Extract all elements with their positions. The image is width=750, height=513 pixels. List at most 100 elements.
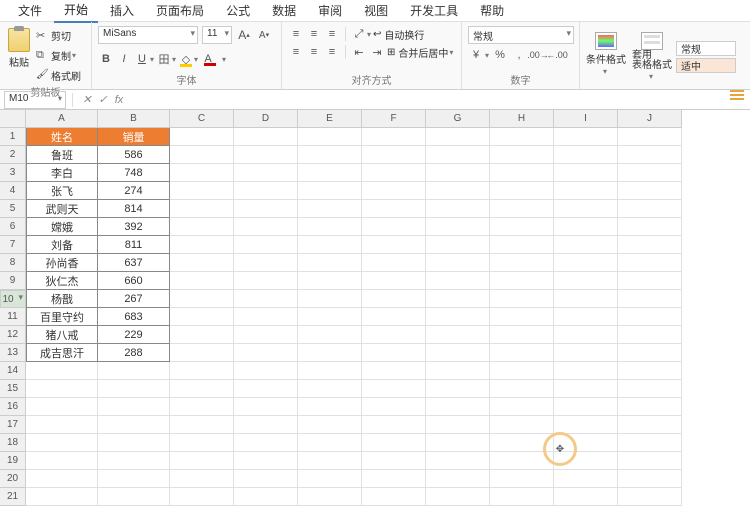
- merge-center-button[interactable]: ⊞合并后居中▾: [387, 45, 453, 60]
- cell-C1[interactable]: [170, 128, 234, 146]
- cell-D4[interactable]: [234, 182, 298, 200]
- align-center-button[interactable]: ≡: [306, 44, 322, 60]
- cell-C19[interactable]: [170, 452, 234, 470]
- cell-D16[interactable]: [234, 398, 298, 416]
- cell-E18[interactable]: [298, 434, 362, 452]
- cell-F3[interactable]: [362, 164, 426, 182]
- number-format-select[interactable]: 常规: [468, 26, 574, 44]
- percent-button[interactable]: %: [492, 47, 508, 63]
- cell-I18[interactable]: [554, 434, 618, 452]
- cell-A8[interactable]: 孙尚香: [26, 254, 98, 272]
- cell-J3[interactable]: [618, 164, 682, 182]
- cell-C21[interactable]: [170, 488, 234, 506]
- cell-H14[interactable]: [490, 362, 554, 380]
- col-header-B[interactable]: B: [98, 110, 170, 128]
- cell-J15[interactable]: [618, 380, 682, 398]
- cell-B20[interactable]: [98, 470, 170, 488]
- cell-C17[interactable]: [170, 416, 234, 434]
- align-top-button[interactable]: ≡: [288, 26, 304, 42]
- cell-G16[interactable]: [426, 398, 490, 416]
- cell-F12[interactable]: [362, 326, 426, 344]
- comma-button[interactable]: ,: [511, 47, 527, 63]
- cell-G17[interactable]: [426, 416, 490, 434]
- cell-E9[interactable]: [298, 272, 362, 290]
- cell-E16[interactable]: [298, 398, 362, 416]
- row-header-14[interactable]: 14: [0, 362, 26, 380]
- cell-E8[interactable]: [298, 254, 362, 272]
- cell-style-normal[interactable]: 常规: [676, 41, 736, 56]
- cell-A2[interactable]: 鲁班: [26, 146, 98, 164]
- menu-data[interactable]: 数据: [262, 0, 306, 22]
- cell-D14[interactable]: [234, 362, 298, 380]
- cell-F21[interactable]: [362, 488, 426, 506]
- cell-J8[interactable]: [618, 254, 682, 272]
- cell-J19[interactable]: [618, 452, 682, 470]
- cell-E13[interactable]: [298, 344, 362, 362]
- cell-J9[interactable]: [618, 272, 682, 290]
- cell-B15[interactable]: [98, 380, 170, 398]
- cell-D1[interactable]: [234, 128, 298, 146]
- cell-I9[interactable]: [554, 272, 618, 290]
- cell-D8[interactable]: [234, 254, 298, 272]
- cell-C13[interactable]: [170, 344, 234, 362]
- cell-G9[interactable]: [426, 272, 490, 290]
- cell-E21[interactable]: [298, 488, 362, 506]
- cell-style-mid[interactable]: 适中: [676, 58, 736, 73]
- cell-B5[interactable]: 814: [98, 200, 170, 218]
- cell-C14[interactable]: [170, 362, 234, 380]
- decrease-font-button[interactable]: A▾: [256, 27, 272, 43]
- cell-D6[interactable]: [234, 218, 298, 236]
- bold-button[interactable]: B: [98, 51, 114, 67]
- cell-F4[interactable]: [362, 182, 426, 200]
- cell-I16[interactable]: [554, 398, 618, 416]
- cell-E5[interactable]: [298, 200, 362, 218]
- cell-D17[interactable]: [234, 416, 298, 434]
- row-header-19[interactable]: 19: [0, 452, 26, 470]
- row-header-3[interactable]: 3: [0, 164, 26, 182]
- cell-F9[interactable]: [362, 272, 426, 290]
- cell-G6[interactable]: [426, 218, 490, 236]
- orientation-button[interactable]: ⤢: [351, 26, 367, 42]
- cell-H19[interactable]: [490, 452, 554, 470]
- cell-F10[interactable]: [362, 290, 426, 308]
- cell-F15[interactable]: [362, 380, 426, 398]
- col-header-C[interactable]: C: [170, 110, 234, 128]
- menu-insert[interactable]: 插入: [100, 0, 144, 22]
- cell-C4[interactable]: [170, 182, 234, 200]
- cell-B3[interactable]: 748: [98, 164, 170, 182]
- cell-F7[interactable]: [362, 236, 426, 254]
- row-header-10[interactable]: 10: [0, 290, 26, 308]
- cell-I21[interactable]: [554, 488, 618, 506]
- cell-A20[interactable]: [26, 470, 98, 488]
- cell-D13[interactable]: [234, 344, 298, 362]
- cell-I14[interactable]: [554, 362, 618, 380]
- cell-C9[interactable]: [170, 272, 234, 290]
- cell-J5[interactable]: [618, 200, 682, 218]
- cell-I2[interactable]: [554, 146, 618, 164]
- border-button[interactable]: 田: [156, 51, 172, 67]
- col-header-D[interactable]: D: [234, 110, 298, 128]
- cell-E19[interactable]: [298, 452, 362, 470]
- cell-J16[interactable]: [618, 398, 682, 416]
- cell-J21[interactable]: [618, 488, 682, 506]
- cell-D2[interactable]: [234, 146, 298, 164]
- menu-view[interactable]: 视图: [354, 0, 398, 22]
- cell-H1[interactable]: [490, 128, 554, 146]
- decrease-decimal-button[interactable]: ←.00: [549, 47, 565, 63]
- row-header-1[interactable]: 1: [0, 128, 26, 146]
- cell-I19[interactable]: [554, 452, 618, 470]
- cell-F8[interactable]: [362, 254, 426, 272]
- cell-C10[interactable]: [170, 290, 234, 308]
- cell-D21[interactable]: [234, 488, 298, 506]
- cell-D18[interactable]: [234, 434, 298, 452]
- menu-file[interactable]: 文件: [8, 0, 52, 22]
- cell-E20[interactable]: [298, 470, 362, 488]
- wrap-text-button[interactable]: ↩自动换行: [373, 27, 424, 42]
- cell-G5[interactable]: [426, 200, 490, 218]
- cell-E2[interactable]: [298, 146, 362, 164]
- name-box[interactable]: M10: [4, 91, 66, 109]
- cell-J17[interactable]: [618, 416, 682, 434]
- row-header-4[interactable]: 4: [0, 182, 26, 200]
- col-header-E[interactable]: E: [298, 110, 362, 128]
- cell-G4[interactable]: [426, 182, 490, 200]
